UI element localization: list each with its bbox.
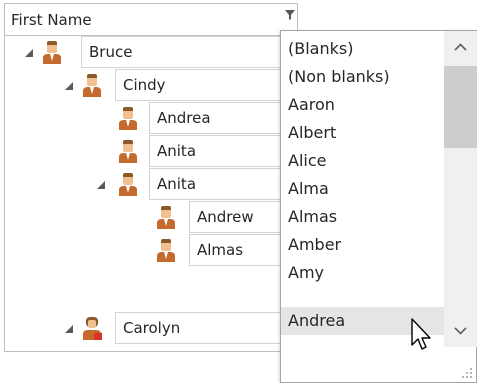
person-icon xyxy=(157,206,175,229)
tree-row[interactable]: Anita xyxy=(5,168,299,201)
filter-item[interactable]: Albert xyxy=(281,119,444,147)
name-cell[interactable]: Anita xyxy=(149,168,299,200)
filter-item[interactable]: Amber xyxy=(281,231,444,259)
expanded-triangle-icon[interactable] xyxy=(63,80,75,92)
person-icon xyxy=(119,140,137,163)
name-cell[interactable]: Anita xyxy=(149,135,299,167)
tree-row[interactable]: Andrew xyxy=(5,201,299,234)
filter-dropdown: (Blanks) (Non blanks) Aaron Albert Alice… xyxy=(280,30,477,383)
resize-grip-icon[interactable] xyxy=(461,367,473,379)
filter-item[interactable]: Aaron xyxy=(281,91,444,119)
tree-row[interactable]: Andrea xyxy=(5,102,299,135)
filter-item[interactable]: Almas xyxy=(281,203,444,231)
tree-body: Bruce Cindy Andrea Anita Anita Andrew Al… xyxy=(4,36,299,352)
expanded-triangle-icon[interactable] xyxy=(95,179,107,191)
filter-item[interactable]: Alma xyxy=(281,175,444,203)
mouse-pointer-icon xyxy=(411,318,431,350)
scrollbar-thumb[interactable] xyxy=(444,66,477,148)
column-header-first-name[interactable]: First Name xyxy=(4,3,298,36)
tree-row[interactable]: Carolyn xyxy=(5,312,299,345)
tree-row[interactable]: Anita xyxy=(5,135,299,168)
chevron-down-icon[interactable] xyxy=(444,314,477,347)
tree-row[interactable]: Almas xyxy=(5,234,299,267)
person-icon xyxy=(157,239,175,262)
person-icon xyxy=(83,74,101,97)
name-cell[interactable]: Andrea xyxy=(149,102,299,134)
filter-item[interactable]: Amy xyxy=(281,259,444,287)
name-cell[interactable]: Carolyn xyxy=(115,312,299,344)
filter-item[interactable]: (Blanks) xyxy=(281,35,444,63)
filter-icon[interactable] xyxy=(283,8,297,22)
person-icon xyxy=(119,173,137,196)
name-cell[interactable]: Bruce xyxy=(81,36,299,68)
filter-item[interactable]: Alice xyxy=(281,147,444,175)
tree-row[interactable]: Cindy xyxy=(5,69,299,102)
person-icon xyxy=(43,41,61,64)
expanded-triangle-icon[interactable] xyxy=(23,47,35,59)
person-female-icon xyxy=(83,317,102,340)
tree-row[interactable]: Bruce xyxy=(5,36,299,69)
expanded-triangle-icon[interactable] xyxy=(63,323,75,335)
person-icon xyxy=(119,107,137,130)
name-cell[interactable]: Cindy xyxy=(115,69,299,101)
column-header-label: First Name xyxy=(11,11,92,29)
chevron-up-icon[interactable] xyxy=(444,31,477,64)
vertical-scrollbar[interactable] xyxy=(444,31,477,347)
filter-item[interactable]: (Non blanks) xyxy=(281,63,444,91)
